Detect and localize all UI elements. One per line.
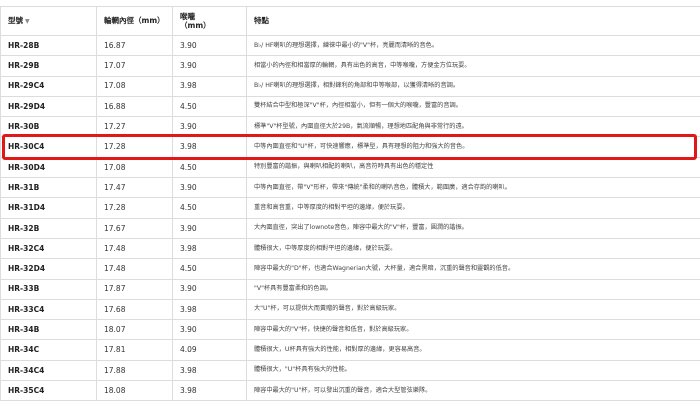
cell-throat: 3.90 <box>172 34 247 57</box>
table-row: HR-32C4 17.48 3.98 體積很大，中等厚度的相對平坦的邊緣，便於玩耍。 <box>0 237 700 260</box>
cell-throat: 3.98 <box>172 237 247 260</box>
cell-model: HR-31D4 <box>0 197 97 219</box>
table-row: HR-32D4 17.48 4.50 陣容中最大的"D"杯，也適合Wagnerian大… <box>0 258 700 280</box>
cell-throat: 3.90 <box>172 319 247 341</box>
cell-features: 大內圍直徑，突出了lownote音色，陣容中最大的"V"杯，豐富，圓潤的諧振。 <box>246 217 700 239</box>
cell-features: 特別豐富的諧振，與喇叭相配的喇叭，高音符時具有出色的穩定性 <box>246 156 700 179</box>
table-header-row: 型號 ▼ 輪輞內徑（mm） 喉嚨（mm） 特點 <box>0 6 700 36</box>
table-row: HR-33C4 17.68 3.98 大"U"杯，可以提供大而黃贈的聲音，對於高級玩家… <box>0 298 700 321</box>
cell-inner-diameter: 17.28 <box>96 197 173 219</box>
cell-throat: 3.98 <box>172 75 247 97</box>
cell-model: HR-34C <box>0 339 97 361</box>
header-model[interactable]: 型號 ▼ <box>0 6 97 36</box>
cell-throat: 4.50 <box>172 258 247 280</box>
table-row: HR-31D4 17.28 4.50 重音和高音重，中等厚度的相對平坦的邊緣，便於玩耍… <box>0 197 700 219</box>
cell-throat: 3.98 <box>172 136 247 158</box>
table-row: HR-35C4 18.08 3.98 陣容中最大的"U"杯，可以發出沉重的聲音，適合大… <box>0 380 700 402</box>
table-row: HR-28B 16.87 3.90 B♭/ HF喇叭的理想選擇，練徠中最小的"V"杯，… <box>0 34 700 57</box>
table-row: HR-34B 18.07 3.90 陣容中最大的"V"杯，快捷的聲音和低音，對於高級玩… <box>0 319 700 341</box>
cell-model: HR-34C4 <box>0 359 97 382</box>
cell-features: 陣容中最大的"D"杯，也適合Wagnerian大號，大杯量，適合黑暗，沉重的聲音… <box>246 258 700 280</box>
cell-throat: 4.50 <box>172 197 247 219</box>
cell-model: HR-33B <box>0 278 97 300</box>
cell-throat: 4.50 <box>172 156 247 179</box>
cell-throat: 3.98 <box>172 359 247 382</box>
mouthpiece-spec-table: 型號 ▼ 輪輞內徑（mm） 喉嚨（mm） 特點 HR-28B 16.87 3.90 B♭… <box>0 6 700 402</box>
cell-model: HR-32C4 <box>0 237 97 260</box>
cell-features: 中等內圍直徑，帶"V"形杯，帶來"傳統"柔和的喇叭音色，體積大，範圍廣，適合存韵… <box>246 177 700 199</box>
cell-throat: 3.90 <box>172 177 247 199</box>
cell-features: B♭/ HF喇叭的理想選擇，練徠中最小的"V"杯，亮麗而清晰的音色。 <box>246 34 700 57</box>
header-throat: 喉嚨（mm） <box>172 6 247 36</box>
cell-model: HR-29D4 <box>0 95 97 118</box>
table-row: HR-34C 17.81 4.09 體積很大，U杯具有強大的性能，相對厚的邊緣，更容易… <box>0 339 700 361</box>
cell-features: "V"杯具有豐富柔和的色調。 <box>246 278 700 300</box>
table-row: HR-29D4 16.88 4.50 雙杯結合中型和極深"V"杯，內徑相當小，但有一個… <box>0 95 700 118</box>
cell-inner-diameter: 17.81 <box>96 339 173 361</box>
cell-inner-diameter: 17.68 <box>96 298 173 321</box>
cell-inner-diameter: 17.88 <box>96 359 173 382</box>
cell-model: HR-34B <box>0 319 97 341</box>
cell-model: HR-30D4 <box>0 156 97 179</box>
cell-inner-diameter: 17.47 <box>96 177 173 199</box>
cell-inner-diameter: 16.88 <box>96 95 173 118</box>
cell-model: HR-30B <box>0 116 97 138</box>
cell-model: HR-29B <box>0 55 97 77</box>
sort-down-icon[interactable]: ▼ <box>25 18 30 25</box>
cell-throat: 3.90 <box>172 217 247 239</box>
cell-model: HR-35C4 <box>0 380 97 402</box>
table-row: HR-32B 17.67 3.90 大內圍直徑，突出了lownote音色，陣容中最大的… <box>0 217 700 239</box>
cell-features: 大"U"杯，可以提供大而黃贈的聲音，對於高級玩家。 <box>246 298 700 321</box>
cell-inner-diameter: 18.08 <box>96 380 173 402</box>
cell-throat: 3.90 <box>172 278 247 300</box>
cell-inner-diameter: 17.48 <box>96 258 173 280</box>
spec-table-wrapper: 型號 ▼ 輪輞內徑（mm） 喉嚨（mm） 特點 HR-28B 16.87 3.90 B♭… <box>0 6 700 402</box>
cell-model: HR-28B <box>0 34 97 57</box>
cell-features: 雙杯結合中型和極深"V"杯，內徑相當小，但有一個大的喉嚨，豐富的音調。 <box>246 95 700 118</box>
cell-features: 重音和高音重，中等厚度的相對平坦的邊緣，便於玩耍。 <box>246 197 700 219</box>
cell-model: HR-30C4 <box>0 136 97 158</box>
cell-features: 中等內圍直徑和"U"杯，可快速響應，標準型，具有理想的阻力和強大的音色。 <box>246 136 700 158</box>
cell-inner-diameter: 18.07 <box>96 319 173 341</box>
cell-inner-diameter: 17.48 <box>96 237 173 260</box>
cell-model: HR-33C4 <box>0 298 97 321</box>
cell-features: 陣容中最大的"V"杯，快捷的聲音和低音，對於高級玩家。 <box>246 319 700 341</box>
cell-throat: 3.90 <box>172 55 247 77</box>
cell-inner-diameter: 16.87 <box>96 34 173 57</box>
cell-inner-diameter: 17.07 <box>96 55 173 77</box>
cell-model: HR-29C4 <box>0 75 97 97</box>
cell-throat: 4.09 <box>172 339 247 361</box>
cell-throat: 3.98 <box>172 380 247 402</box>
table-row: HR-30D4 17.08 4.50 特別豐富的諧振，與喇叭相配的喇叭，高音符時具有出… <box>0 156 700 179</box>
cell-features: 陣容中最大的"U"杯，可以發出沉重的聲音，適合大型管弦樂隊。 <box>246 380 700 402</box>
cell-features: 體積很大，U杯具有強大的性能，相對厚的邊緣，更容易高音。 <box>246 339 700 361</box>
cell-model: HR-31B <box>0 177 97 199</box>
table-row: HR-34C4 17.88 3.98 體積很大，"U"杯具有強大的性能。 <box>0 359 700 382</box>
cell-inner-diameter: 17.27 <box>96 116 173 138</box>
table-row: HR-30C4 17.28 3.98 中等內圍直徑和"U"杯，可快速響應，標準型，具有… <box>0 136 700 158</box>
cell-inner-diameter: 17.08 <box>96 75 173 97</box>
cell-inner-diameter: 17.08 <box>96 156 173 179</box>
cell-inner-diameter: 17.67 <box>96 217 173 239</box>
cell-inner-diameter: 17.87 <box>96 278 173 300</box>
table-row: HR-30B 17.27 3.90 標準"V"杯型號，內圍直徑大於29B，氣流順暢，理… <box>0 116 700 138</box>
table-row: HR-33B 17.87 3.90 "V"杯具有豐富柔和的色調。 <box>0 278 700 300</box>
table-row: HR-29B 17.07 3.90 相當小的內徑和相當厚的輪輞，具有出色的高音，中等喉… <box>0 55 700 77</box>
cell-model: HR-32D4 <box>0 258 97 280</box>
table-row: HR-31B 17.47 3.90 中等內圍直徑，帶"V"形杯，帶來"傳統"柔和的喇叭… <box>0 177 700 199</box>
cell-throat: 4.50 <box>172 95 247 118</box>
cell-features: 相當小的內徑和相當厚的輪輞，具有出色的高音，中等喉嚨，方便金方位玩耍。 <box>246 55 700 77</box>
header-features: 特點 <box>246 6 700 36</box>
cell-features: 標準"V"杯型號，內圍直徑大於29B，氣流順暢，理想地匹配角與非常行的遠。 <box>246 116 700 138</box>
cell-inner-diameter: 17.28 <box>96 136 173 158</box>
table-row: HR-29C4 17.08 3.98 B♭/ HF喇叭的理想選擇，相對鋒利的角部和中等… <box>0 75 700 97</box>
cell-throat: 3.90 <box>172 116 247 138</box>
cell-features: B♭/ HF喇叭的理想選擇，相對鋒利的角部和中等喉部，以獲得清晰的音調。 <box>246 75 700 97</box>
cell-features: 體積很大，中等厚度的相對平坦的邊緣，便於玩耍。 <box>246 237 700 260</box>
header-inner-diameter: 輪輞內徑（mm） <box>96 6 173 36</box>
cell-features: 體積很大，"U"杯具有強大的性能。 <box>246 359 700 382</box>
cell-throat: 3.98 <box>172 298 247 321</box>
cell-model: HR-32B <box>0 217 97 239</box>
